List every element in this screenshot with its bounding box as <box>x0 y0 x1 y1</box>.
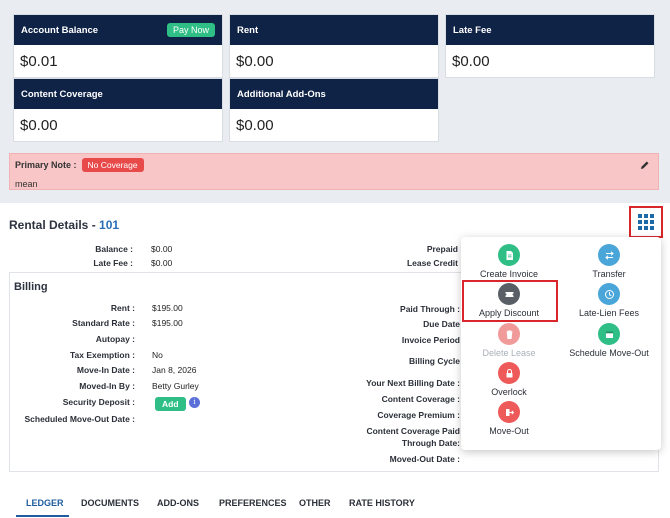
menu-item-delete-lease: Delete Lease <box>461 323 557 358</box>
prepaid-label: Prepaid <box>426 244 458 254</box>
tab-preferences[interactable]: PREFERENCES <box>219 498 287 508</box>
billing-label: Standard Rate : <box>72 318 135 328</box>
card-title: Content Coverage <box>21 88 103 100</box>
add-security-deposit-button[interactable]: Add <box>155 397 186 411</box>
billing-value: No <box>152 350 163 360</box>
billing-label: Moved-In By : <box>79 381 135 391</box>
tab-rate-history[interactable]: RATE HISTORY <box>349 498 415 508</box>
menu-item-label: Late-Lien Fees <box>578 308 640 318</box>
menu-item-move-out[interactable]: Move-Out <box>461 401 557 436</box>
card-header: Late Fee <box>446 15 654 45</box>
pencil-icon[interactable] <box>640 160 650 170</box>
grid-icon <box>638 214 654 230</box>
billing-right-label: Paid Through : <box>400 304 460 314</box>
card-content-coverage: Content Coverage $0.00 <box>13 78 223 142</box>
primary-note: Primary Note : No Coverage mean <box>9 153 659 190</box>
lock-icon <box>498 362 520 384</box>
card-title: Rent <box>237 24 259 36</box>
clock-icon <box>598 283 620 305</box>
billing-label: Autopay : <box>95 334 135 344</box>
card-header: Content Coverage <box>14 79 222 109</box>
tab-documents[interactable]: DOCUMENTS <box>81 498 139 508</box>
card-value: $0.00 <box>452 53 490 70</box>
billing-right-label: Your Next Billing Date : <box>366 378 460 388</box>
menu-item-late-lien-fees[interactable]: Late-Lien Fees <box>561 283 657 318</box>
tab-ledger[interactable]: LEDGER <box>26 498 64 508</box>
card-value: $0.01 <box>20 53 58 70</box>
menu-item-label: Schedule Move-Out <box>569 348 649 358</box>
menu-item-label: Move-Out <box>489 426 529 436</box>
billing-value: $195.00 <box>152 303 183 313</box>
balance-label: Balance : <box>95 244 133 254</box>
billing-label: Scheduled Move-Out Date : <box>24 414 135 424</box>
tab-bar: LEDGER DOCUMENTS ADD-ONS PREFERENCES OTH… <box>0 490 670 518</box>
apply-discount-highlight <box>462 280 558 322</box>
billing-right-label: Through Date: <box>401 438 460 448</box>
menu-item-create-invoice[interactable]: Create Invoice <box>461 244 557 279</box>
late-fee-label: Late Fee : <box>93 258 133 268</box>
billing-right-label: Billing Cycle <box>408 356 460 366</box>
pay-now-button[interactable]: Pay Now <box>166 23 215 37</box>
note-label: Primary Note : <box>15 160 77 170</box>
menu-item-label: Delete Lease <box>482 348 536 358</box>
exit-icon <box>498 401 520 423</box>
card-value: $0.00 <box>236 117 274 134</box>
tab-add-ons[interactable]: ADD-ONS <box>157 498 199 508</box>
actions-grid-button[interactable] <box>629 206 663 238</box>
billing-right-label: Due Date <box>423 319 460 329</box>
unit-number-link[interactable]: 101 <box>99 218 119 232</box>
billing-value: $195.00 <box>152 318 183 328</box>
menu-item-label: Create Invoice <box>479 269 539 279</box>
card-rent: Rent $0.00 <box>229 14 439 78</box>
calendar-icon <box>598 323 620 345</box>
card-value: $0.00 <box>236 53 274 70</box>
billing-value: Jan 8, 2026 <box>152 365 197 375</box>
lease-credit-label: Lease Credit <box>406 258 458 268</box>
billing-title: Billing <box>14 281 48 293</box>
billing-label: Move-In Date : <box>76 365 135 375</box>
rental-details-label: Rental Details - <box>9 218 96 232</box>
menu-item-overlock[interactable]: Overlock <box>461 362 557 397</box>
no-coverage-badge: No Coverage <box>81 158 144 172</box>
billing-right-label: Content Coverage Paid <box>366 426 460 436</box>
note-header: Primary Note : No Coverage <box>15 158 653 172</box>
menu-item-schedule-move-out[interactable]: Schedule Move-Out <box>561 323 657 358</box>
billing-right-label: Coverage Premium : <box>377 410 460 420</box>
billing-right-label: Invoice Period <box>401 335 460 345</box>
balance-value: $0.00 <box>151 244 173 254</box>
card-header: Account Balance Pay Now <box>14 15 222 45</box>
card-title: Additional Add-Ons <box>237 88 326 100</box>
card-header: Rent <box>230 15 438 45</box>
card-account-balance: Account Balance Pay Now $0.01 <box>13 14 223 78</box>
menu-item-label: Transfer <box>592 269 626 279</box>
actions-menu: Create Invoice Transfer Apply Discount L… <box>461 237 661 450</box>
card-title: Account Balance <box>21 24 99 36</box>
billing-value: Betty Gurley <box>152 381 199 391</box>
active-tab-indicator <box>16 515 69 517</box>
billing-label: Security Deposit : <box>62 397 135 407</box>
card-late-fee: Late Fee $0.00 <box>445 14 655 78</box>
note-text: mean <box>15 179 38 189</box>
billing-right-label: Content Coverage : <box>381 394 460 404</box>
billing-label: Rent : <box>110 303 135 313</box>
transfer-icon <box>598 244 620 266</box>
billing-label: Tax Exemption : <box>69 350 135 360</box>
card-additional-add-ons: Additional Add-Ons $0.00 <box>229 78 439 142</box>
menu-item-transfer[interactable]: Transfer <box>561 244 657 279</box>
card-header: Additional Add-Ons <box>230 79 438 109</box>
billing-right-label: Moved-Out Date : <box>389 454 460 464</box>
tab-other[interactable]: OTHER <box>299 498 331 508</box>
menu-item-label: Overlock <box>491 387 527 397</box>
trash-icon <box>498 323 520 345</box>
card-value: $0.00 <box>20 117 58 134</box>
rental-details-title: Rental Details - 101 <box>9 218 119 232</box>
info-icon[interactable]: i <box>189 397 200 408</box>
card-title: Late Fee <box>453 24 492 36</box>
late-fee-value: $0.00 <box>151 258 173 268</box>
document-icon <box>498 244 520 266</box>
